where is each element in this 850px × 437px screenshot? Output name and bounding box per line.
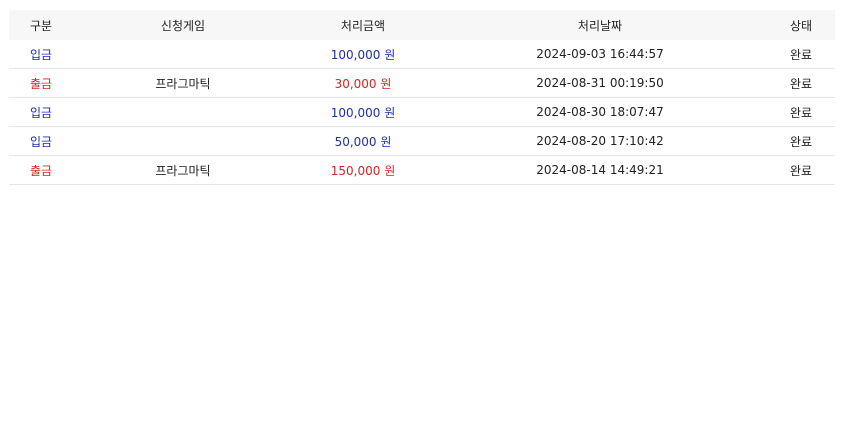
cell-game: [73, 97, 293, 127]
table-row: 입금 100,000 원 2024-08-30 18:07:47 완료: [9, 97, 835, 127]
cell-date: 2024-08-20 17:10:42: [433, 126, 767, 156]
header-status: 상태: [789, 18, 813, 33]
cell-amount: 50,000 원: [293, 126, 433, 156]
table-row: 입금 50,000 원 2024-08-20 17:10:42 완료: [9, 126, 835, 156]
cell-game: [73, 126, 293, 156]
cell-amount: 30,000 원: [293, 68, 433, 98]
table-row: 입금 100,000 원 2024-09-03 16:44:57 완료: [9, 40, 835, 69]
cell-date: 2024-08-14 14:49:21: [433, 155, 767, 185]
cell-type: 입금: [9, 40, 73, 69]
table-header: 구분 신청게임 처리금액 처리날짜 상태: [9, 10, 835, 40]
cell-game: 프라그마틱: [73, 155, 293, 185]
cell-date: 2024-08-31 00:19:50: [433, 68, 767, 98]
cell-amount: 100,000 원: [293, 97, 433, 127]
header-date: 처리날짜: [577, 18, 623, 33]
header-type: 구분: [29, 18, 53, 33]
cell-status: 완료: [767, 68, 835, 98]
table-row: 출금 프라그마틱 30,000 원 2024-08-31 00:19:50 완료: [9, 68, 835, 98]
cell-amount: 100,000 원: [293, 40, 433, 69]
cell-date: 2024-08-30 18:07:47: [433, 97, 767, 127]
header-amount: 처리금액: [340, 18, 386, 33]
cell-date: 2024-09-03 16:44:57: [433, 40, 767, 69]
cell-status: 완료: [767, 97, 835, 127]
cell-status: 완료: [767, 155, 835, 185]
transaction-history-panel: 구분 신청게임 처리금액 처리날짜 상태 입금 100,000 원 2024-0…: [9, 10, 835, 185]
table-body: 입금 100,000 원 2024-09-03 16:44:57 완료 출금 프…: [9, 40, 835, 185]
header-game: 신청게임: [160, 18, 206, 33]
cell-status: 완료: [767, 126, 835, 156]
cell-type: 입금: [9, 126, 73, 156]
cell-game: 프라그마틱: [73, 68, 293, 98]
cell-game: [73, 40, 293, 69]
cell-amount: 150,000 원: [293, 155, 433, 185]
table-row: 출금 프라그마틱 150,000 원 2024-08-14 14:49:21 완…: [9, 155, 835, 185]
transaction-table: 구분 신청게임 처리금액 처리날짜 상태 입금 100,000 원 2024-0…: [9, 10, 835, 185]
cell-status: 완료: [767, 40, 835, 69]
cell-type: 입금: [9, 97, 73, 127]
cell-type: 출금: [9, 155, 73, 185]
cell-type: 출금: [9, 68, 73, 98]
table-header-row: 구분 신청게임 처리금액 처리날짜 상태: [9, 10, 835, 40]
